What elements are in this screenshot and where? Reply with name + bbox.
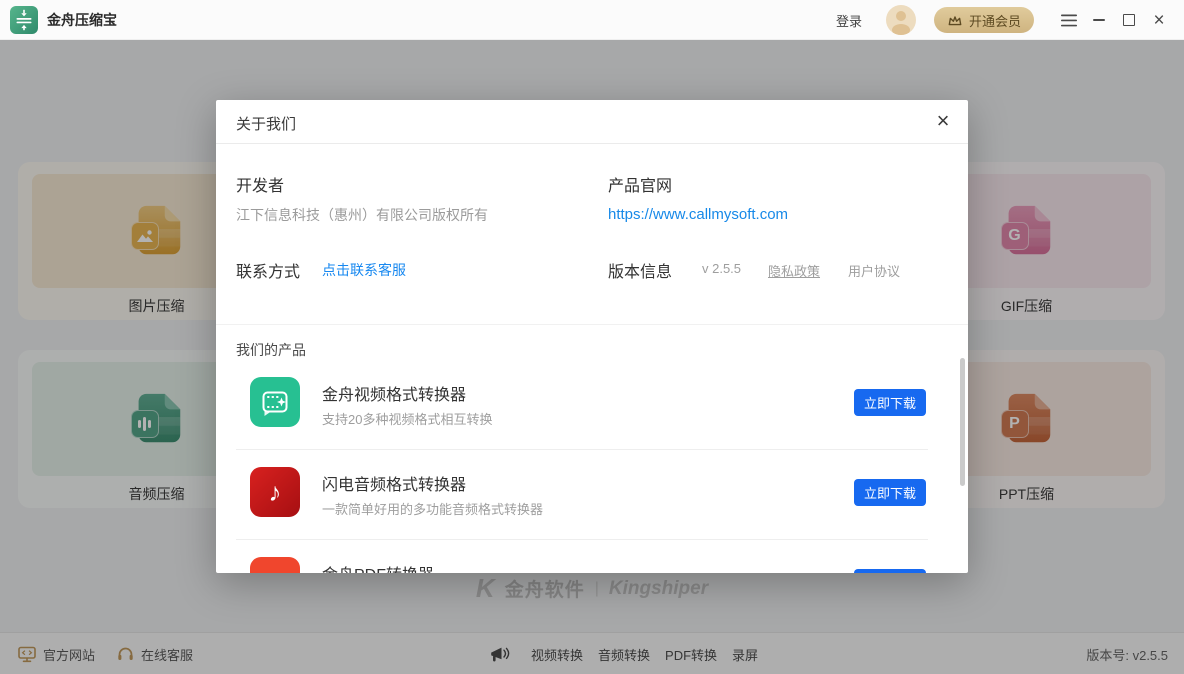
video-film-icon xyxy=(250,377,300,427)
app-logo-icon xyxy=(10,6,38,34)
product-name: 金舟视频格式转换器 xyxy=(322,381,466,405)
product-name: 金舟PDF转换器 xyxy=(322,561,434,573)
product-desc: 一款简单好用的多功能音频格式转换器 xyxy=(322,499,543,518)
app-window: 图片压缩 G GIF压缩 xyxy=(0,0,1184,674)
user-agreement-link[interactable]: 用户协议 xyxy=(848,261,900,280)
dialog-title: 关于我们 xyxy=(236,113,296,134)
divider xyxy=(236,539,928,540)
avatar[interactable] xyxy=(886,5,916,35)
developer-heading: 开发者 xyxy=(236,172,284,196)
crown-icon xyxy=(947,14,963,27)
music-note-icon: ♪ xyxy=(250,467,300,517)
download-button[interactable]: 立即下载 xyxy=(854,479,926,506)
download-button[interactable]: 立即下载 xyxy=(854,389,926,416)
pdf-letter-icon: P xyxy=(250,557,300,573)
open-vip-button[interactable]: 开通会员 xyxy=(934,7,1034,33)
privacy-policy-link[interactable]: 隐私政策 xyxy=(768,261,820,280)
version-value: v 2.5.5 xyxy=(702,261,741,276)
title-bar: 金舟压缩宝 登录 开通会员 × xyxy=(0,0,1184,40)
version-heading: 版本信息 xyxy=(608,258,672,282)
dialog-scrollbar[interactable] xyxy=(960,358,965,486)
product-desc: 支持20多种视频格式相互转换 xyxy=(322,409,492,428)
product-row: ♪ 闪电音频格式转换器 一款简单好用的多功能音频格式转换器 立即下载 xyxy=(216,458,968,548)
product-row: P 金舟PDF转换器 立即下载 xyxy=(216,548,968,573)
product-row: 金舟视频格式转换器 支持20多种视频格式相互转换 立即下载 xyxy=(216,368,968,458)
about-dialog: 关于我们 × 开发者 江下信息科技（惠州）有限公司版权所有 产品官网 https… xyxy=(216,100,968,573)
divider xyxy=(216,324,968,325)
minimize-icon[interactable] xyxy=(1084,0,1114,40)
hamburger-menu-icon[interactable] xyxy=(1054,0,1084,40)
products-heading: 我们的产品 xyxy=(236,340,306,360)
contact-support-link[interactable]: 点击联系客服 xyxy=(322,260,406,280)
developer-value: 江下信息科技（惠州）有限公司版权所有 xyxy=(236,205,488,225)
contact-heading: 联系方式 xyxy=(236,258,300,282)
divider xyxy=(236,449,928,450)
dialog-header: 关于我们 × xyxy=(216,100,968,144)
close-icon[interactable]: × xyxy=(1144,0,1174,40)
maximize-icon[interactable] xyxy=(1114,0,1144,40)
website-heading: 产品官网 xyxy=(608,172,672,196)
app-title: 金舟压缩宝 xyxy=(47,10,117,30)
login-button[interactable]: 登录 xyxy=(836,11,862,30)
dialog-close-icon[interactable]: × xyxy=(930,108,956,134)
website-url-link[interactable]: https://www.callmysoft.com xyxy=(608,206,788,223)
product-name: 闪电音频格式转换器 xyxy=(322,471,466,495)
download-button[interactable]: 立即下载 xyxy=(854,569,926,573)
